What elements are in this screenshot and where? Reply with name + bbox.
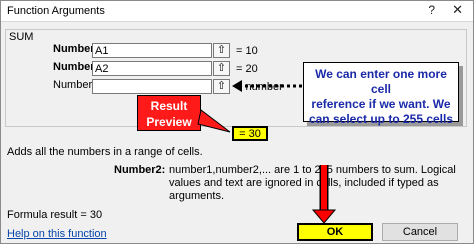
help-argument-text: number1,number2,... are 1 to 255 numbers… bbox=[169, 164, 456, 202]
result-preview-badge: Result Preview bbox=[137, 95, 201, 131]
number3-collapse-icon[interactable]: ⇧ bbox=[213, 79, 230, 94]
number2-input[interactable]: A2 bbox=[92, 61, 212, 76]
formula-result: Formula result = 30 bbox=[7, 209, 103, 221]
title-bar: Function Arguments ? ✕ bbox=[1, 1, 473, 22]
help-argument-name: Number2: bbox=[114, 164, 166, 176]
result-preview-value: = 30 bbox=[232, 126, 268, 141]
badge-line: Preview bbox=[146, 115, 192, 129]
badge-line: Result bbox=[150, 99, 188, 113]
annotation-callout: We can enter one more cell reference if … bbox=[303, 62, 459, 126]
number3-input[interactable] bbox=[92, 79, 212, 94]
number2-result: = 20 bbox=[236, 63, 258, 75]
help-icon[interactable]: ? bbox=[428, 3, 435, 17]
function-description: Adds all the numbers in a range of cells… bbox=[7, 146, 203, 158]
dialog-title: Function Arguments bbox=[7, 5, 105, 17]
help-on-function-link[interactable]: Help on this function bbox=[7, 228, 107, 240]
number3-result: = number bbox=[236, 81, 283, 93]
ok-button[interactable]: OK bbox=[297, 223, 373, 241]
callout-line: reference if we want. We bbox=[311, 97, 451, 111]
number1-input[interactable]: A1 bbox=[92, 43, 212, 58]
number2-collapse-icon[interactable]: ⇧ bbox=[213, 61, 230, 76]
callout-line: can select up to 255 cells bbox=[308, 112, 454, 126]
number1-result: = 10 bbox=[236, 45, 258, 57]
cancel-button[interactable]: Cancel bbox=[382, 223, 458, 241]
function-name-label: SUM bbox=[7, 31, 36, 43]
callout-line: We can enter one more cell bbox=[315, 67, 447, 96]
close-icon[interactable]: ✕ bbox=[452, 2, 463, 18]
number1-collapse-icon[interactable]: ⇧ bbox=[213, 43, 230, 58]
